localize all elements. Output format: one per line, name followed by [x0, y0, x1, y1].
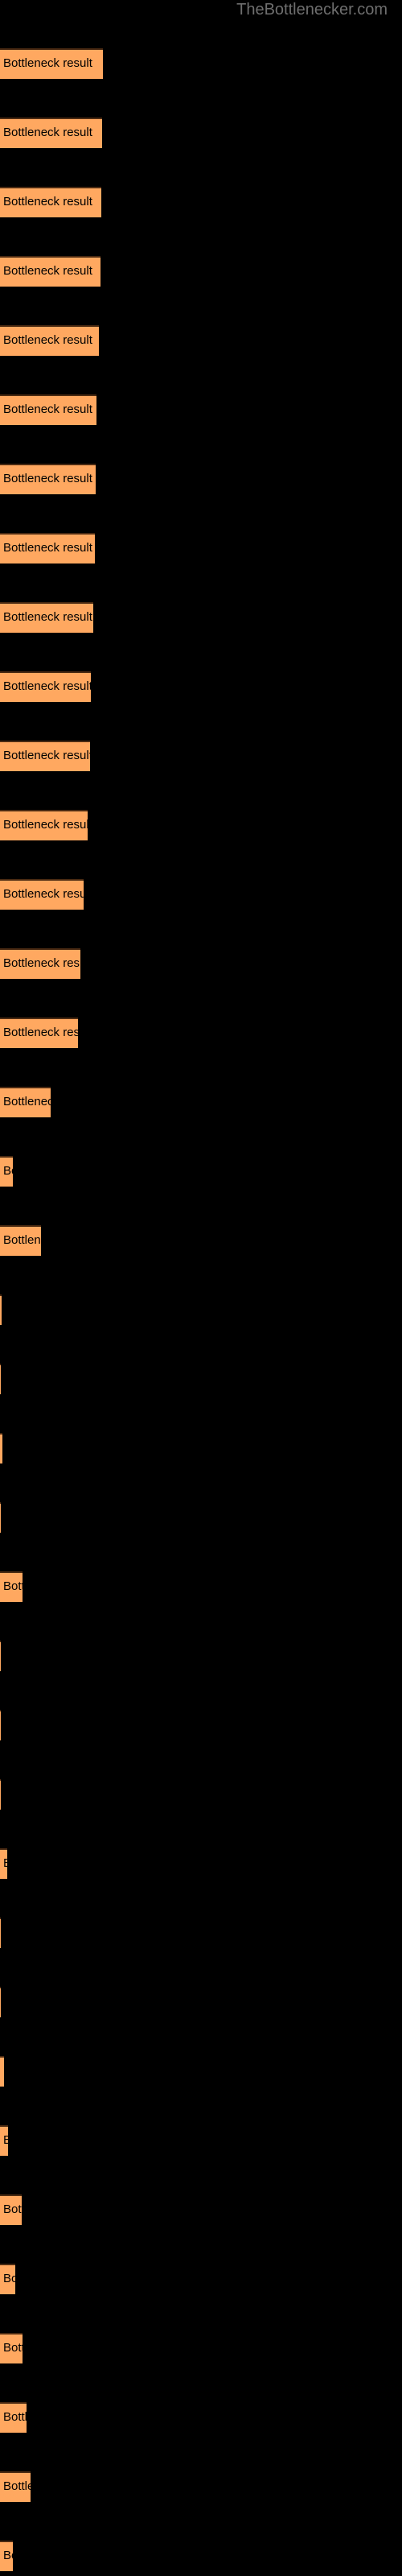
- bar-rect: [0, 1918, 1, 1948]
- bar-rect: [0, 2056, 4, 2087]
- bar: Bottleneck result: [0, 1571, 23, 1602]
- bar-rect: [0, 671, 91, 702]
- bar-rect: [0, 2125, 8, 2156]
- bar-rect: [0, 1225, 41, 1256]
- bar: Bottleneck result: [0, 1156, 13, 1187]
- chart-root: TheBottlenecker.com Bottleneck result Bot…: [0, 0, 402, 2576]
- bar: Bottleneck result: [0, 1294, 2, 1325]
- bar-rect: [0, 118, 102, 148]
- bar: Bottleneck result: [0, 602, 93, 633]
- bar-rect: [0, 741, 90, 771]
- bar-rect: [0, 948, 80, 979]
- bar-rect: [0, 1294, 2, 1325]
- bar: Bottleneck result: [0, 1779, 1, 1810]
- bar-rect: [0, 2194, 22, 2225]
- bar-rect: [0, 187, 101, 217]
- bar: Bottleneck result: [0, 2541, 13, 2571]
- bar: Bottleneck result: [0, 1987, 1, 2017]
- bar-rect: [0, 1364, 1, 1394]
- bar-rect: [0, 533, 95, 564]
- bar: Bottleneck result: [0, 948, 80, 979]
- bar: Bottleneck result: [0, 533, 95, 564]
- bar: Bottleneck result: [0, 810, 88, 840]
- bar-rect: [0, 1156, 13, 1187]
- bar-rect: [0, 1502, 1, 1533]
- bar-rect: [0, 1848, 7, 1879]
- bar-rect: [0, 2471, 31, 2502]
- bar-rect: [0, 2402, 27, 2433]
- bar-rect: [0, 256, 100, 287]
- bar: Bottleneck result: [0, 671, 91, 702]
- bar-rect: [0, 602, 93, 633]
- bar: Bottleneck result: [0, 1918, 1, 1948]
- bar: Bottleneck result: [0, 2471, 31, 2502]
- bar: Bottleneck result: [0, 2125, 8, 2156]
- bar-rect: [0, 464, 96, 494]
- bar: Bottleneck result: [0, 1710, 1, 1740]
- bar: Bottleneck result: [0, 2194, 22, 2225]
- bar-rect: [0, 1571, 23, 1602]
- bar: Bottleneck result: [0, 256, 100, 287]
- bar-rect: [0, 2333, 23, 2363]
- bar: Bottleneck result: [0, 2402, 27, 2433]
- bar: Bottleneck result: [0, 2333, 23, 2363]
- bar: Bottleneck result: [0, 118, 102, 148]
- bar-rect: [0, 1641, 1, 1671]
- bar: Bottleneck result: [0, 1502, 1, 1533]
- bar-rect: [0, 2264, 15, 2294]
- bar-rect: [0, 48, 103, 79]
- bar-rect: [0, 325, 99, 356]
- bar: Bottleneck result: [0, 1087, 51, 1117]
- bar-rect: [0, 1087, 51, 1117]
- bar-rect: [0, 2541, 13, 2571]
- bar: Bottleneck result: [0, 394, 96, 425]
- bar-rect: [0, 1779, 1, 1810]
- bar-rect: [0, 394, 96, 425]
- bar: Bottleneck result: [0, 1225, 41, 1256]
- bar: Bottleneck result: [0, 2056, 4, 2087]
- bar: Bottleneck result: [0, 1433, 2, 1463]
- bar-chart-plot-area: Bottleneck result Bottleneck result Bottle…: [0, 0, 402, 2576]
- bar: Bottleneck result: [0, 1641, 1, 1671]
- bar-rect: [0, 1710, 1, 1740]
- bar: Bottleneck result: [0, 187, 101, 217]
- bar: Bottleneck result: [0, 879, 84, 910]
- bar-rect: [0, 879, 84, 910]
- bar: Bottleneck result: [0, 48, 103, 79]
- bar: Bottleneck result: [0, 1848, 7, 1879]
- bar: Bottleneck result: [0, 325, 99, 356]
- bar-rect: [0, 810, 88, 840]
- bar: Bottleneck result: [0, 1018, 78, 1048]
- bar-rect: [0, 1987, 1, 2017]
- bar: Bottleneck result: [0, 1364, 1, 1394]
- bar: Bottleneck result: [0, 2264, 15, 2294]
- bar: Bottleneck result: [0, 741, 90, 771]
- bar: Bottleneck result: [0, 464, 96, 494]
- bar-rect: [0, 1433, 2, 1463]
- bar-rect: [0, 1018, 78, 1048]
